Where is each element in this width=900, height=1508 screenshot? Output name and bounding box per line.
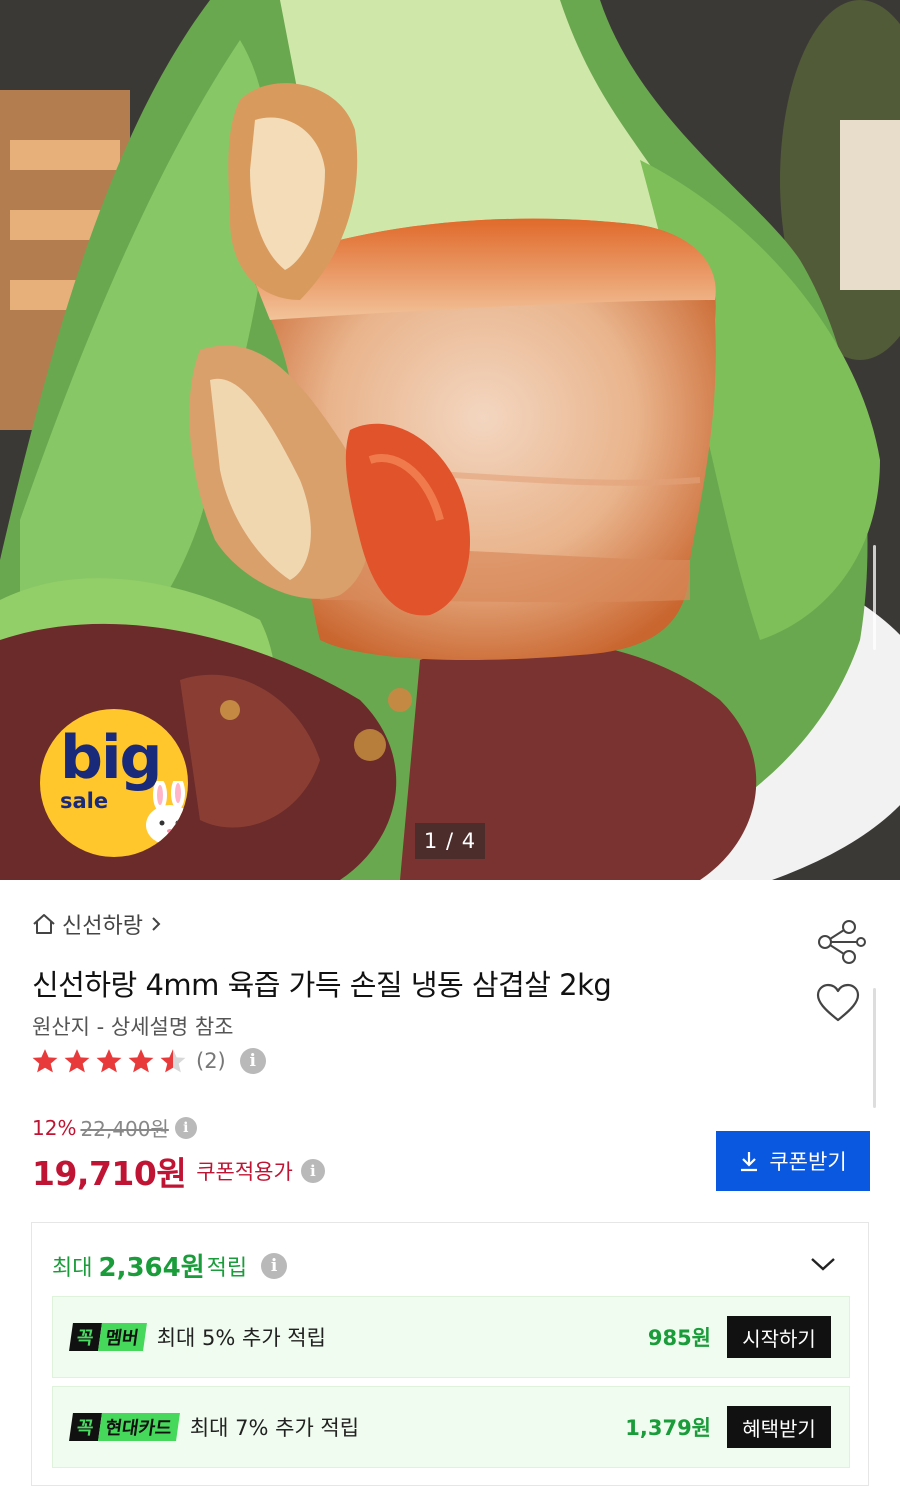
scrollbar[interactable] <box>873 545 876 650</box>
image-counter: 1 / 4 <box>415 823 485 859</box>
share-icon[interactable] <box>817 920 867 964</box>
benefit-row-hyundai-card: 꼭 현대카드 최대 7% 추가 적립 1,379원 혜택받기 <box>52 1386 850 1468</box>
bunny-icon <box>146 781 188 845</box>
discount-rate: 12% <box>32 1115 77 1140</box>
star-icon <box>128 1049 154 1073</box>
hyundai-card-tag: 꼭 현대카드 <box>69 1413 180 1441</box>
store-name: 신선하랑 <box>62 914 143 939</box>
info-icon[interactable]: i <box>174 1116 197 1139</box>
tag-name: 멤버 <box>97 1323 147 1351</box>
discount-line: 12% 22,400원 i <box>32 1113 197 1142</box>
benefit-text: 최대 5% 추가 적립 <box>156 1326 326 1350</box>
badge-sale-text: sale <box>60 789 109 813</box>
get-coupon-label: 쿠폰받기 <box>769 1151 847 1174</box>
info-icon[interactable]: i <box>300 1159 325 1183</box>
tag-name: 현대카드 <box>97 1413 180 1441</box>
get-benefit-button[interactable]: 혜택받기 <box>727 1406 831 1448</box>
price-line: 19,710원 쿠폰적용가 i <box>32 1147 325 1195</box>
chevron-down-icon[interactable] <box>810 1256 836 1272</box>
product-origin: 원산지 - 상세설명 참조 <box>32 1015 234 1039</box>
points-panel: 최대 2,364원 적립 i 꼭 멤버 최대 5% 추가 적립 985원 시작하… <box>31 1222 869 1486</box>
get-coupon-button[interactable]: 쿠폰받기 <box>716 1131 870 1191</box>
tag-k: 꼭 <box>69 1323 102 1351</box>
original-price: 22,400원 <box>80 1117 169 1141</box>
star-icon <box>160 1049 186 1073</box>
points-suffix: 적립 <box>206 1255 248 1281</box>
start-button[interactable]: 시작하기 <box>727 1316 831 1358</box>
member-tag: 꼭 멤버 <box>69 1323 147 1351</box>
benefit-text: 최대 7% 추가 적립 <box>189 1416 360 1440</box>
star-icon <box>64 1049 90 1073</box>
star-icon <box>96 1049 122 1073</box>
benefit-row-member: 꼭 멤버 최대 5% 추가 적립 985원 시작하기 <box>52 1296 850 1378</box>
heart-icon[interactable] <box>816 983 860 1023</box>
info-icon[interactable]: i <box>239 1048 266 1074</box>
points-prefix: 최대 <box>52 1255 93 1281</box>
points-amount: 2,364원 <box>98 1253 205 1283</box>
download-icon <box>741 1152 758 1172</box>
product-image-carousel[interactable]: big sale 1 / 4 <box>0 0 900 880</box>
info-icon[interactable]: i <box>261 1252 288 1279</box>
points-summary[interactable]: 최대 2,364원 적립 i <box>52 1247 288 1284</box>
store-link[interactable]: 신선하랑 <box>32 908 163 940</box>
product-title: 신선하랑 4mm 육즙 가득 손질 냉동 삼겹살 2kg <box>32 968 612 1002</box>
star-icon <box>32 1049 58 1073</box>
home-icon <box>33 914 55 934</box>
sale-price: 19,710원 <box>32 1154 187 1193</box>
rating[interactable]: (2) i <box>30 1047 266 1075</box>
rating-count: (2) <box>196 1049 226 1073</box>
scrollbar[interactable] <box>873 988 876 1108</box>
rating-stars <box>30 1047 188 1075</box>
chevron-right-icon <box>152 917 161 931</box>
tag-k: 꼭 <box>69 1413 102 1441</box>
coupon-price-label: 쿠폰적용가 <box>196 1160 293 1184</box>
big-sale-badge: big sale <box>40 709 188 857</box>
benefit-amount: 985원 <box>647 1326 711 1350</box>
benefit-amount: 1,379원 <box>625 1416 711 1440</box>
